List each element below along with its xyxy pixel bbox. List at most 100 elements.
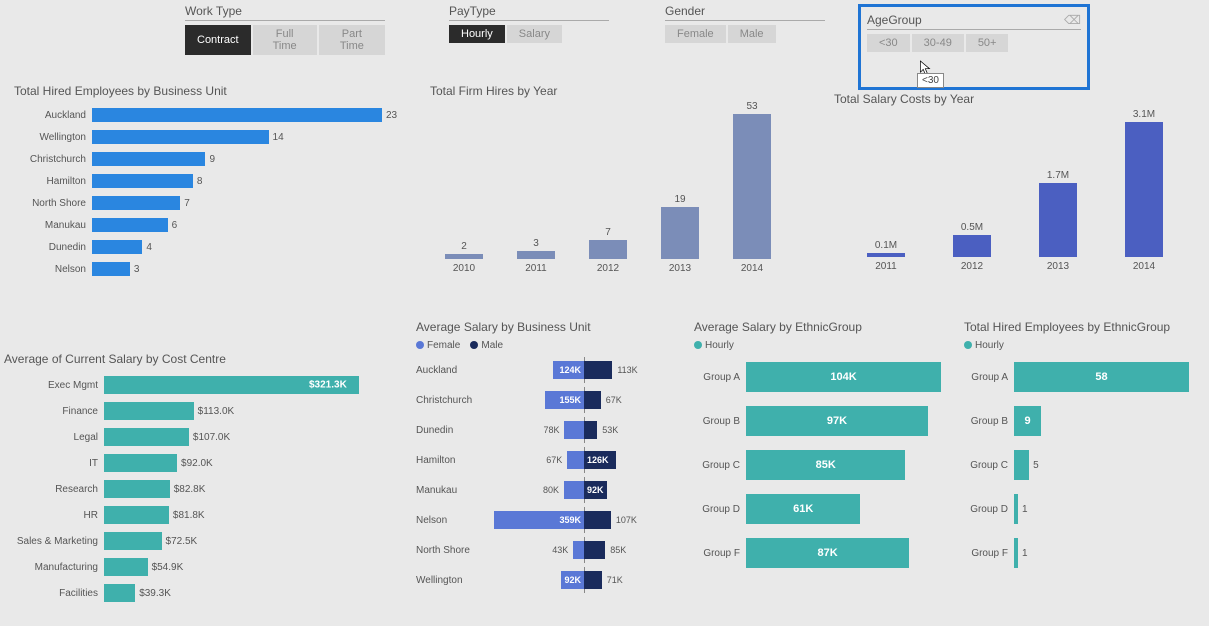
salary-cc-row[interactable]: Manufacturing$54.9K [0,554,400,580]
salarycost-year-label: 2011 [875,261,897,272]
hired-bu-value: 3 [134,264,140,275]
chart-salary-by-cc[interactable]: Average of Current Salary by Cost Centre… [0,352,400,606]
chart-hired-by-bu[interactable]: Total Hired Employees by Business Unit A… [14,84,414,280]
salary-cc-row[interactable]: Facilities$39.3K [0,580,400,606]
hired-ethnic-label: Group C [964,460,1014,471]
hired-bu-value: 23 [386,110,397,121]
salary-bu-label: Auckland [416,365,484,376]
salary-bu-label: Christchurch [416,395,484,406]
salarycost-year-col[interactable]: 1.7M2013 [1036,170,1080,272]
hired-bu-value: 7 [184,198,190,209]
salary-cc-row[interactable]: Research$82.8K [0,476,400,502]
salary-cc-bar [104,506,169,524]
hired-bu-row[interactable]: Manukau6 [14,214,414,236]
hired-bu-value: 8 [197,176,203,187]
slicer-agegroup-selected[interactable]: AgeGroup ⌫ <3030-4950+ <30 [858,4,1090,90]
salary-cc-bar [104,584,135,602]
salary-bu-male-bar [584,571,602,589]
agegroup-tooltip: <30 [917,73,944,88]
slicer-payType-option-0[interactable]: Hourly [449,25,505,43]
salary-bu-row[interactable]: Wellington92K71K [416,565,684,595]
chart-salary-costs-by-year[interactable]: Total Salary Costs by Year 0.1M20110.5M2… [834,92,1194,272]
hired-bu-row[interactable]: Auckland 23 [14,104,414,126]
hired-bu-bar [92,218,168,232]
salary-cc-row[interactable]: Legal$107.0K [0,424,400,450]
hired-ethnic-row[interactable]: Group D1 [964,487,1200,531]
slicer-ageGroup-option-1[interactable]: 30-49 [912,34,964,52]
hires-year-col[interactable]: 22010 [442,241,486,274]
slicer-worktype: Work Type ContractFull TimePart Time [185,4,385,55]
salary-ethnic-row[interactable]: Group A104K [694,355,956,399]
salary-bu-male-value: 113K [614,365,637,375]
chart-hired-by-ethnic[interactable]: Total Hired Employees by EthnicGroup Hou… [964,320,1200,575]
slicer-payType-option-1[interactable]: Salary [507,25,562,43]
salary-bu-label: Manukau [416,485,484,496]
hires-year-value: 19 [674,194,685,205]
salary-bu-row[interactable]: North Shore43K85K [416,535,684,565]
hires-year-bar [661,207,699,259]
hires-year-bar [517,251,555,259]
slicer-gender-option-0[interactable]: Female [665,25,726,43]
chart-salary-by-bu[interactable]: Average Salary by Business Unit Female M… [416,320,684,595]
hired-ethnic-row[interactable]: Group A58 [964,355,1200,399]
hired-ethnic-row[interactable]: Group C5 [964,443,1200,487]
hired-bu-label: Auckland [14,110,92,121]
salarycost-year-col[interactable]: 0.1M2011 [864,240,908,272]
salary-bu-male-value: 53K [599,425,618,435]
salary-bu-female-bar [573,541,584,559]
slicer-workType-option-1[interactable]: Full Time [253,25,317,55]
salary-cc-row[interactable]: Finance$113.0K [0,398,400,424]
hired-bu-row[interactable]: Nelson3 [14,258,414,280]
hires-year-bar [733,114,771,259]
hires-year-value: 2 [461,241,467,252]
hired-bu-row[interactable]: Wellington14 [14,126,414,148]
hires-year-bar [589,240,627,259]
salary-cc-row[interactable]: Exec Mgmt$321.3K [0,372,400,398]
salary-bu-row[interactable]: Christchurch155K67K [416,385,684,415]
salary-cc-row[interactable]: HR$81.8K [0,502,400,528]
hired-bu-bar [92,196,180,210]
salary-ethnic-row[interactable]: Group F87K [694,531,956,575]
hires-year-value: 3 [533,238,539,249]
salary-bu-label: Hamilton [416,455,484,466]
hires-year-col[interactable]: 72012 [586,227,630,274]
salary-bu-row[interactable]: Hamilton67K126K [416,445,684,475]
chart-salary-by-ethnic-legend: Hourly [694,340,956,351]
chart-salary-by-bu-legend: Female Male [416,340,684,351]
salary-bu-row[interactable]: Dunedin78K53K [416,415,684,445]
hires-year-col[interactable]: 532014 [730,101,774,274]
chart-hires-by-year[interactable]: Total Firm Hires by Year 22010 32011 72012… [430,84,810,274]
salarycost-year-col[interactable]: 0.5M2012 [950,222,994,272]
chart-salary-by-ethnic[interactable]: Average Salary by EthnicGroup Hourly Gro… [694,320,956,575]
hired-bu-label: Hamilton [14,176,92,187]
salary-bu-row[interactable]: Auckland124K113K [416,355,684,385]
salary-bu-row[interactable]: Nelson359K107K [416,505,684,535]
salary-ethnic-bar: 85K [746,450,905,480]
slicer-gender-option-1[interactable]: Male [728,25,776,43]
salarycost-year-col[interactable]: 3.1M2014 [1122,109,1166,272]
salary-ethnic-row[interactable]: Group D61K [694,487,956,531]
salary-cc-row[interactable]: IT$92.0K [0,450,400,476]
salarycost-year-bar [1125,122,1163,257]
hired-ethnic-row[interactable]: Group F1 [964,531,1200,575]
salary-ethnic-row[interactable]: Group B97K [694,399,956,443]
chart-salary-by-ethnic-title: Average Salary by EthnicGroup [694,320,956,334]
chart-hires-by-year-title: Total Firm Hires by Year [430,84,810,98]
hired-bu-row[interactable]: Christchurch9 [14,148,414,170]
slicer-workType-option-0[interactable]: Contract [185,25,251,55]
hired-bu-row[interactable]: North Shore7 [14,192,414,214]
salary-cc-label: Facilities [0,588,104,599]
salary-bu-row[interactable]: Manukau80K92K [416,475,684,505]
hired-ethnic-row[interactable]: Group B9 [964,399,1200,443]
slicer-ageGroup-option-2[interactable]: 50+ [966,34,1009,52]
hired-bu-row[interactable]: Dunedin4 [14,236,414,258]
hires-year-col[interactable]: 32011 [514,238,558,274]
hired-bu-row[interactable]: Hamilton 8 [14,170,414,192]
eraser-icon[interactable]: ⌫ [1064,13,1081,27]
hires-year-col[interactable]: 192013 [658,194,702,274]
salary-ethnic-row[interactable]: Group C85K [694,443,956,487]
salary-cc-row[interactable]: Sales & Marketing$72.5K [0,528,400,554]
slicer-ageGroup-option-0[interactable]: <30 [867,34,910,52]
slicer-workType-option-2[interactable]: Part Time [319,25,385,55]
salarycost-year-bar [867,253,905,257]
